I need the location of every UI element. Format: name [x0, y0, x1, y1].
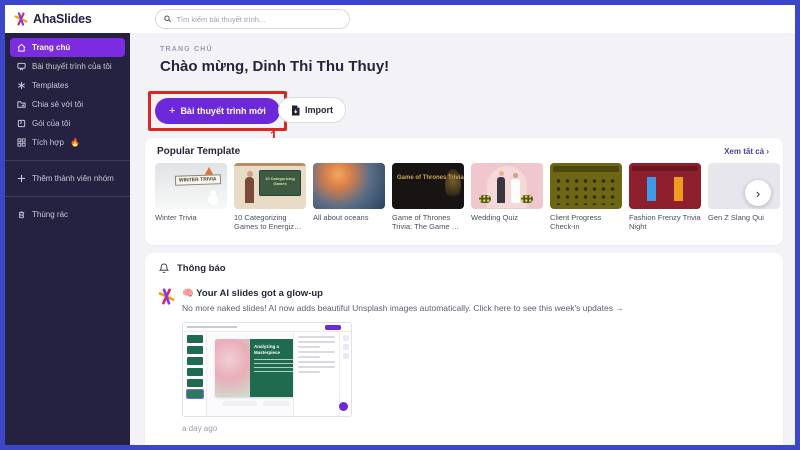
bell-icon: [159, 263, 169, 274]
sidebar-item-my-plan[interactable]: Gói của tôi: [10, 114, 125, 133]
fire-badge-icon: 🔥: [70, 138, 80, 147]
ahaslides-logo-icon: [158, 288, 175, 305]
main-content: TRANG CHỦ Chào mừng, Dinh Thi Thu Thuy! …: [130, 33, 795, 445]
import-button[interactable]: Import: [278, 97, 346, 123]
template-card-all-about-oceans[interactable]: All about oceans: [313, 163, 385, 232]
template-card-fashion-frenzy[interactable]: Fashion Frenzy Trivia Night: [629, 163, 701, 232]
template-title: All about oceans: [313, 213, 385, 222]
sidebar-item-label: Thùng rác: [32, 210, 68, 219]
sidebar-item-add-team-member[interactable]: Thêm thành viên nhóm: [10, 169, 125, 188]
brand-logo[interactable]: AhaSlides: [5, 12, 130, 26]
mini-side-panel: [293, 332, 339, 416]
sidebar-item-label: Trang chủ: [32, 43, 70, 52]
notification-timestamp: a day ago: [182, 424, 783, 433]
template-card-game-of-thrones[interactable]: Game of Thrones Trivia Game of Thrones T…: [392, 163, 464, 232]
top-bar: AhaSlides: [5, 5, 795, 33]
presentation-icon: [16, 62, 26, 72]
ahaslides-logo-icon: [14, 12, 28, 26]
templates-icon: [16, 81, 26, 91]
notification-preview-image: Analyzing a Masterpiece: [182, 322, 352, 417]
plus-icon: +: [169, 105, 175, 117]
template-thumbnail: [313, 163, 385, 209]
welcome-heading: Chào mừng, Dinh Thi Thu Thuy!: [160, 58, 389, 75]
mini-publish-button: [325, 325, 341, 330]
integrations-grid-icon: [16, 138, 26, 148]
popular-templates-card: Popular Template Xem tất cả › WINTER TRI…: [145, 138, 783, 245]
template-thumbnail: Game of Thrones Trivia: [392, 163, 464, 209]
sidebar-item-label: Chia sẻ với tôi: [32, 100, 83, 109]
notification-item-title: 🧠 Your AI slides got a glow-up: [182, 288, 783, 299]
carousel-next-button[interactable]: ›: [745, 180, 771, 206]
template-title: Client Progress Check-in: [550, 213, 622, 232]
package-icon: [16, 119, 26, 129]
template-title: Winter Trivia: [155, 213, 227, 222]
sidebar-item-integrations[interactable]: Tích hợp 🔥: [10, 133, 125, 152]
sidebar-item-my-presentations[interactable]: Bài thuyết trình của tôi: [10, 57, 125, 76]
sidebar-item-label: Thêm thành viên nhóm: [32, 174, 114, 183]
template-thumbnail: 10 Categorizing Games: [234, 163, 306, 209]
view-all-link[interactable]: Xem tất cả ›: [724, 147, 769, 156]
import-label: Import: [305, 105, 333, 115]
new-presentation-button[interactable]: + Bài thuyết trình mới: [155, 98, 280, 124]
sidebar-item-shared-with-me[interactable]: Chia sẻ với tôi: [10, 95, 125, 114]
popular-templates-title: Popular Template: [157, 146, 240, 157]
template-card-wedding-quiz[interactable]: Wedding Quiz: [471, 163, 543, 232]
sidebar-item-label: Tích hợp: [32, 138, 64, 147]
search-box[interactable]: [155, 9, 350, 29]
notification-item[interactable]: 🧠 Your AI slides got a glow-up No more n…: [145, 288, 783, 433]
shared-folder-icon: [16, 100, 26, 110]
mini-slide-rail: [183, 332, 207, 416]
sidebar-item-trash[interactable]: Thùng rác: [10, 205, 125, 224]
template-card-client-progress[interactable]: Client Progress Check-in: [550, 163, 622, 232]
sidebar-item-label: Gói của tôi: [32, 119, 70, 128]
brand-name: AhaSlides: [33, 12, 92, 26]
template-title: 10 Categorizing Games to Energiz…: [234, 213, 306, 232]
chevron-right-icon: ›: [756, 186, 760, 201]
new-presentation-label: Bài thuyết trình mới: [180, 106, 265, 116]
home-icon: [16, 43, 26, 53]
template-thumbnail: [550, 163, 622, 209]
template-carousel: WINTER TRIVIA Winter Trivia 10 Categoriz…: [145, 157, 783, 232]
template-card-categorizing-games[interactable]: 10 Categorizing Games 10 Categorizing Ga…: [234, 163, 306, 232]
search-icon: [164, 15, 171, 23]
sidebar-item-label: Bài thuyết trình của tôi: [32, 62, 112, 71]
template-title: Wedding Quiz: [471, 213, 543, 222]
annotation-highlight-box: + Bài thuyết trình mới: [148, 91, 287, 131]
plus-icon: [16, 174, 26, 184]
sidebar-divider: [5, 196, 130, 197]
notification-item-body: No more naked slides! AI now adds beauti…: [182, 302, 637, 314]
notifications-title: Thông báo: [177, 263, 226, 274]
template-title: Fashion Frenzy Trivia Night: [629, 213, 701, 232]
template-thumbnail: WINTER TRIVIA: [155, 163, 227, 209]
template-thumbnail: [629, 163, 701, 209]
app-frame: AhaSlides Trang chủ Bài thuyết trình của…: [0, 0, 800, 450]
sidebar-item-home[interactable]: Trang chủ: [10, 38, 125, 57]
sidebar-item-label: Templates: [32, 81, 68, 90]
trash-icon: [16, 210, 26, 220]
mini-slide-image: [215, 339, 250, 397]
template-card-winter-trivia[interactable]: WINTER TRIVIA Winter Trivia: [155, 163, 227, 232]
sidebar-item-templates[interactable]: Templates: [10, 76, 125, 95]
template-title: Game of Thrones Trivia: The Game …: [392, 213, 464, 232]
sidebar-divider: [5, 160, 130, 161]
breadcrumb: TRANG CHỦ: [160, 46, 213, 53]
import-file-icon: [291, 105, 300, 116]
sidebar: Trang chủ Bài thuyết trình của tôi Templ…: [5, 33, 130, 445]
notifications-card: Thông báo 🧠 Your AI slides got a glow-up…: [145, 253, 783, 450]
search-input[interactable]: [176, 15, 341, 24]
template-thumbnail: [471, 163, 543, 209]
template-title: Gen Z Slang Qui: [708, 213, 780, 222]
